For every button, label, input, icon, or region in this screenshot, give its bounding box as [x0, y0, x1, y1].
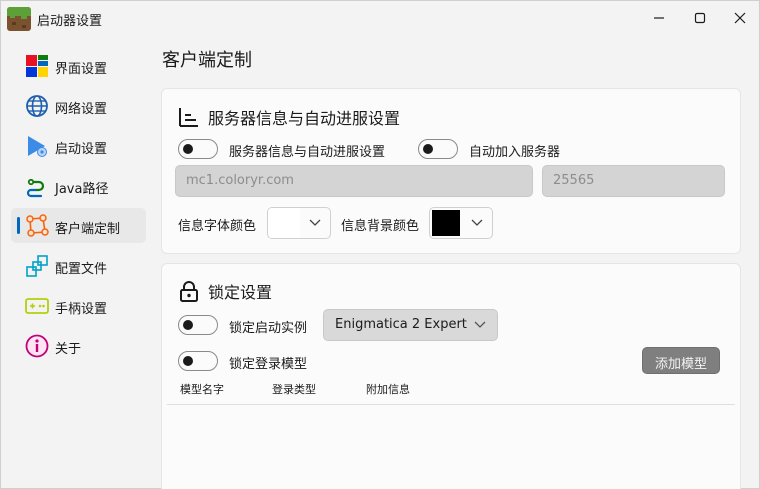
server-address-input[interactable]: mc1.coloryr.com [175, 165, 533, 197]
sidebar-item-about[interactable]: 关于 [11, 328, 146, 363]
chevron-down-icon [471, 219, 483, 226]
sidebar-item-gamepad[interactable]: 手柄设置 [11, 288, 146, 323]
font-color-swatch [268, 208, 300, 238]
close-icon [734, 12, 746, 24]
sidebar-item-java-path[interactable]: Java路径 [11, 168, 146, 203]
lock-settings-card: 锁定设置 锁定启动实例 Enigmatica 2 Expert 锁定登录模型 添… [161, 263, 741, 489]
server-settings-card: 服务器信息与自动进服设置 服务器信息与自动进服设置 自动加入服务器 mc1.co… [161, 88, 741, 254]
minimize-icon [654, 17, 664, 19]
sidebar-item-label: 配置文件 [55, 262, 108, 277]
settings-window: 启动器设置 界面设置 网络设置 启动设置 Java路径 客户端定制 配置文件 手… [0, 0, 760, 489]
server-section-title: 服务器信息与自动进服设置 [208, 109, 401, 128]
lock-section-title: 锁定设置 [208, 283, 273, 302]
chevron-down-icon [309, 219, 321, 226]
sidebar-item-label: 启动设置 [55, 142, 108, 157]
sidebar-item-label: Java路径 [55, 182, 109, 197]
sidebar-item-launch[interactable]: 启动设置 [11, 128, 146, 163]
column-header-extra-info[interactable]: 附加信息 [366, 381, 410, 397]
font-color-label: 信息字体颜色 [178, 219, 257, 234]
minimize-button[interactable] [642, 5, 676, 31]
title-bar: 启动器设置 [1, 1, 759, 35]
sidebar-item-label: 关于 [55, 342, 82, 357]
java-path-icon [26, 178, 45, 198]
window-title: 启动器设置 [37, 14, 103, 29]
info-icon [25, 334, 49, 358]
column-header-model-name[interactable]: 模型名字 [180, 381, 224, 397]
config-file-icon [26, 255, 48, 277]
lock-instance-toggle[interactable] [178, 315, 218, 335]
launch-icon [28, 136, 47, 157]
server-port-input[interactable]: 25565 [542, 165, 725, 197]
list-lines-icon [179, 108, 198, 127]
bg-color-label: 信息背景颜色 [341, 219, 420, 234]
active-indicator [17, 217, 20, 234]
bg-color-swatch [432, 210, 460, 236]
lock-section-header: 锁定设置 [178, 279, 272, 303]
add-model-button[interactable]: 添加模型 [642, 347, 721, 374]
sidebar-item-client-custom[interactable]: 客户端定制 [11, 208, 146, 243]
sidebar-item-network[interactable]: 网络设置 [11, 88, 146, 123]
gamepad-icon [25, 298, 49, 314]
sidebar-item-label: 界面设置 [55, 62, 108, 77]
sidebar-item-label: 客户端定制 [55, 222, 121, 237]
client-custom-icon [26, 214, 49, 237]
server-info-toggle-label: 服务器信息与自动进服设置 [229, 145, 386, 160]
page-title: 客户端定制 [162, 50, 252, 71]
lock-instance-label: 锁定启动实例 [229, 321, 308, 336]
sidebar-item-label: 网络设置 [55, 102, 108, 117]
maximize-button[interactable] [683, 5, 717, 31]
bg-color-picker[interactable] [429, 207, 493, 239]
sidebar-item-config-file[interactable]: 配置文件 [11, 248, 146, 283]
chevron-down-icon [474, 321, 486, 328]
auto-join-toggle[interactable] [418, 139, 458, 159]
lock-icon [180, 281, 198, 302]
server-section-header: 服务器信息与自动进服设置 [178, 105, 400, 129]
instance-select-value: Enigmatica 2 Expert [335, 317, 467, 332]
grass-block-app-icon [7, 7, 31, 31]
font-color-picker[interactable] [267, 207, 331, 239]
close-button[interactable] [723, 5, 757, 31]
instance-select[interactable]: Enigmatica 2 Expert [323, 309, 498, 341]
maximize-icon [694, 12, 706, 24]
sidebar-item-label: 手柄设置 [55, 302, 108, 317]
table-divider [167, 404, 735, 405]
sidebar-item-ui-settings[interactable]: 界面设置 [11, 48, 146, 83]
lock-login-toggle[interactable] [178, 351, 218, 371]
auto-join-toggle-label: 自动加入服务器 [469, 145, 561, 160]
ui-settings-icon [26, 55, 48, 77]
lock-login-label: 锁定登录模型 [229, 357, 308, 372]
column-header-login-type[interactable]: 登录类型 [272, 381, 316, 397]
globe-icon [26, 95, 48, 117]
server-info-toggle[interactable] [178, 139, 218, 159]
